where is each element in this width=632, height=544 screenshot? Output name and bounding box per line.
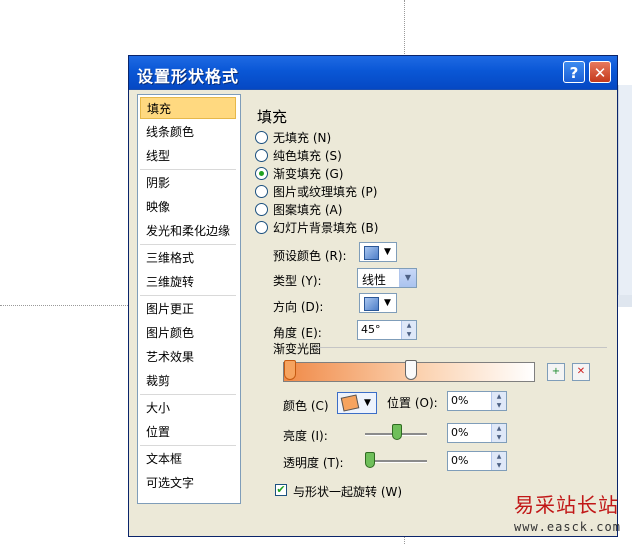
brightness-value: 0% [451, 426, 469, 439]
nav-item-shadow[interactable]: 阴影 [140, 172, 236, 194]
dropdown-arrow-icon: ▼ [384, 247, 391, 257]
nav-item-position[interactable]: 位置 [140, 421, 236, 443]
gradient-stop-handle[interactable] [284, 360, 296, 380]
rotate-with-shape-label: 与形状一起旋转 (W) [293, 485, 403, 499]
site-watermark: 易采站长站 www.easck.com [506, 487, 632, 544]
nav-separator [140, 244, 236, 245]
gradient-stops-heading: 渐变光圈 [273, 342, 322, 356]
direction-swatch-icon [364, 297, 379, 311]
color-picker-button[interactable]: ▼ [337, 392, 377, 414]
gradient-swatch-icon [364, 246, 379, 260]
brightness-slider-thumb[interactable] [392, 424, 402, 440]
rotate-with-shape-checkbox[interactable]: ✔ [275, 484, 287, 496]
nav-item-glow-soft-edges[interactable]: 发光和柔化边缘 [140, 220, 236, 242]
angle-label: 角度 (E): [273, 326, 322, 340]
gradient-stop-handle[interactable] [405, 360, 417, 380]
angle-spinner[interactable]: 45° ▲ ▼ [357, 320, 417, 340]
nav-separator [140, 295, 236, 296]
background-ribbon-edge-lower [618, 295, 632, 307]
help-button[interactable]: ? [563, 61, 585, 83]
nav-item-crop[interactable]: 裁剪 [140, 370, 236, 392]
color-label: 颜色 (C) [283, 399, 329, 413]
nav-separator [140, 394, 236, 395]
section-divider [313, 347, 607, 348]
dropdown-arrow-icon: ▼ [364, 398, 371, 408]
radio-label: 无填充 (N) [273, 131, 332, 145]
spin-up-icon[interactable]: ▲ [492, 392, 506, 401]
position-value: 0% [451, 394, 469, 407]
radio-circle[interactable] [255, 131, 268, 144]
direction-label: 方向 (D): [273, 300, 324, 314]
spin-down-icon[interactable]: ▼ [402, 330, 416, 339]
dropdown-arrow-icon: ▼ [384, 298, 391, 308]
watermark-text: 易采站长站 [514, 493, 619, 517]
preset-colors-label: 预设颜色 (R): [273, 249, 347, 263]
brightness-spinner[interactable]: 0% ▲ ▼ [447, 423, 507, 443]
radio-circle[interactable] [255, 203, 268, 216]
spin-down-icon[interactable]: ▼ [492, 433, 506, 442]
spin-up-icon[interactable]: ▲ [492, 452, 506, 461]
nav-item-3d-format[interactable]: 三维格式 [140, 247, 236, 269]
spinner-buttons[interactable]: ▲ ▼ [491, 452, 506, 470]
nav-item-line-style[interactable]: 线型 [140, 145, 236, 167]
spinner-buttons[interactable]: ▲ ▼ [401, 321, 416, 339]
nav-separator [140, 445, 236, 446]
nav-item-artistic-effects[interactable]: 艺术效果 [140, 346, 236, 368]
radio-circle[interactable] [255, 221, 268, 234]
type-value: 线性 [362, 273, 387, 287]
nav-separator [140, 169, 236, 170]
transparency-slider-thumb[interactable] [365, 452, 375, 468]
brightness-label: 亮度 (I): [283, 429, 328, 443]
position-label: 位置 (O): [387, 396, 438, 410]
dialog-title: 设置形状格式 [137, 67, 240, 86]
nav-item-alt-text[interactable]: 可选文字 [140, 472, 236, 494]
angle-value: 45° [361, 323, 381, 336]
nav-item-picture-corrections[interactable]: 图片更正 [140, 298, 236, 320]
radio-label: 纯色填充 (S) [273, 149, 342, 163]
spinner-buttons[interactable]: ▲ ▼ [491, 424, 506, 442]
spin-up-icon[interactable]: ▲ [402, 321, 416, 330]
paint-bucket-icon [340, 394, 360, 412]
spin-down-icon[interactable]: ▼ [492, 401, 506, 410]
radio-circle[interactable] [255, 149, 268, 162]
spinner-buttons[interactable]: ▲ ▼ [491, 392, 506, 410]
radio-label: 幻灯片背景填充 (B) [273, 221, 379, 235]
transparency-value: 0% [451, 454, 469, 467]
add-gradient-stop-button[interactable]: + [547, 363, 565, 381]
nav-item-size[interactable]: 大小 [140, 397, 236, 419]
spin-down-icon[interactable]: ▼ [492, 461, 506, 470]
nav-item-3d-rotation[interactable]: 三维旋转 [140, 271, 236, 293]
title-bar[interactable]: 设置形状格式 ? ✕ [129, 56, 617, 90]
radio-label: 图案填充 (A) [273, 203, 343, 217]
nav-item-fill[interactable]: 填充 [140, 97, 236, 119]
transparency-spinner[interactable]: 0% ▲ ▼ [447, 451, 507, 471]
type-label: 类型 (Y): [273, 274, 322, 288]
watermark-url: www.easck.com [514, 520, 621, 534]
preset-colors-dropdown[interactable]: ▼ [359, 242, 397, 262]
radio-circle-checked[interactable] [255, 167, 268, 180]
background-ribbon-edge [618, 85, 632, 295]
dropdown-arrow-icon[interactable]: ▼ [399, 269, 416, 287]
transparency-label: 透明度 (T): [283, 456, 344, 470]
radio-circle[interactable] [255, 185, 268, 198]
close-button[interactable]: ✕ [589, 61, 611, 83]
direction-dropdown[interactable]: ▼ [359, 293, 397, 313]
panel-title: 填充 [257, 108, 288, 126]
format-shape-dialog: 设置形状格式 ? ✕ 填充 线条颜色 线型 阴影 映像 发光和柔化边缘 三维格式… [128, 55, 618, 537]
nav-item-line-color[interactable]: 线条颜色 [140, 121, 236, 143]
type-select[interactable]: 线性 ▼ [357, 268, 417, 288]
remove-gradient-stop-button[interactable]: ✕ [572, 363, 590, 381]
nav-item-reflection[interactable]: 映像 [140, 196, 236, 218]
radio-label: 图片或纹理填充 (P) [273, 185, 378, 199]
spin-up-icon[interactable]: ▲ [492, 424, 506, 433]
position-spinner[interactable]: 0% ▲ ▼ [447, 391, 507, 411]
nav-item-picture-color[interactable]: 图片颜色 [140, 322, 236, 344]
radio-label: 渐变填充 (G) [273, 167, 344, 181]
nav-item-text-box[interactable]: 文本框 [140, 448, 236, 470]
category-list: 填充 线条颜色 线型 阴影 映像 发光和柔化边缘 三维格式 三维旋转 图片更正 … [137, 94, 241, 504]
